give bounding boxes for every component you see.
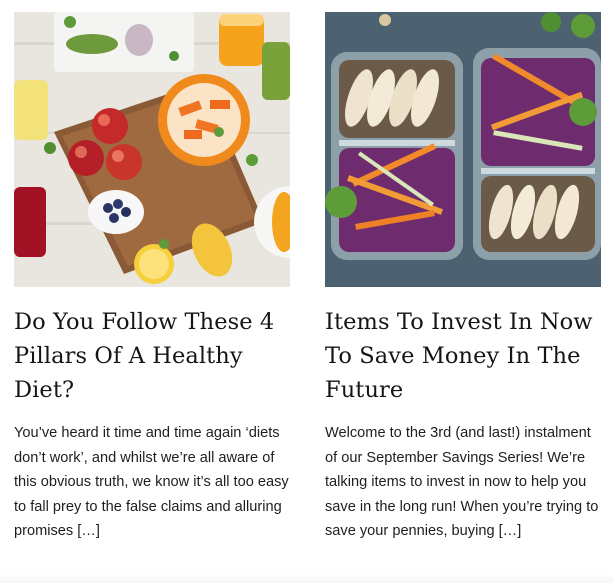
healthy-food-photo bbox=[14, 12, 290, 287]
post-excerpt: You’ve heard it time and time again ‘die… bbox=[14, 425, 289, 539]
post-thumbnail-healthy-diet[interactable] bbox=[14, 12, 290, 287]
blog-post-card: Items To Invest In Now To Save Money In … bbox=[325, 12, 601, 544]
page-bottom-edge bbox=[0, 573, 613, 583]
blog-post-card: Do You Follow These 4 Pillars Of A Healt… bbox=[14, 12, 290, 544]
post-thumbnail-save-money[interactable] bbox=[325, 12, 601, 287]
blog-post-grid: Do You Follow These 4 Pillars Of A Healt… bbox=[0, 0, 613, 583]
meal-prep-photo bbox=[325, 12, 601, 287]
post-excerpt: Welcome to the 3rd (and last!) instalmen… bbox=[325, 425, 599, 539]
post-title[interactable]: Do You Follow These 4 Pillars Of A Healt… bbox=[14, 305, 290, 407]
post-title[interactable]: Items To Invest In Now To Save Money In … bbox=[325, 305, 601, 407]
